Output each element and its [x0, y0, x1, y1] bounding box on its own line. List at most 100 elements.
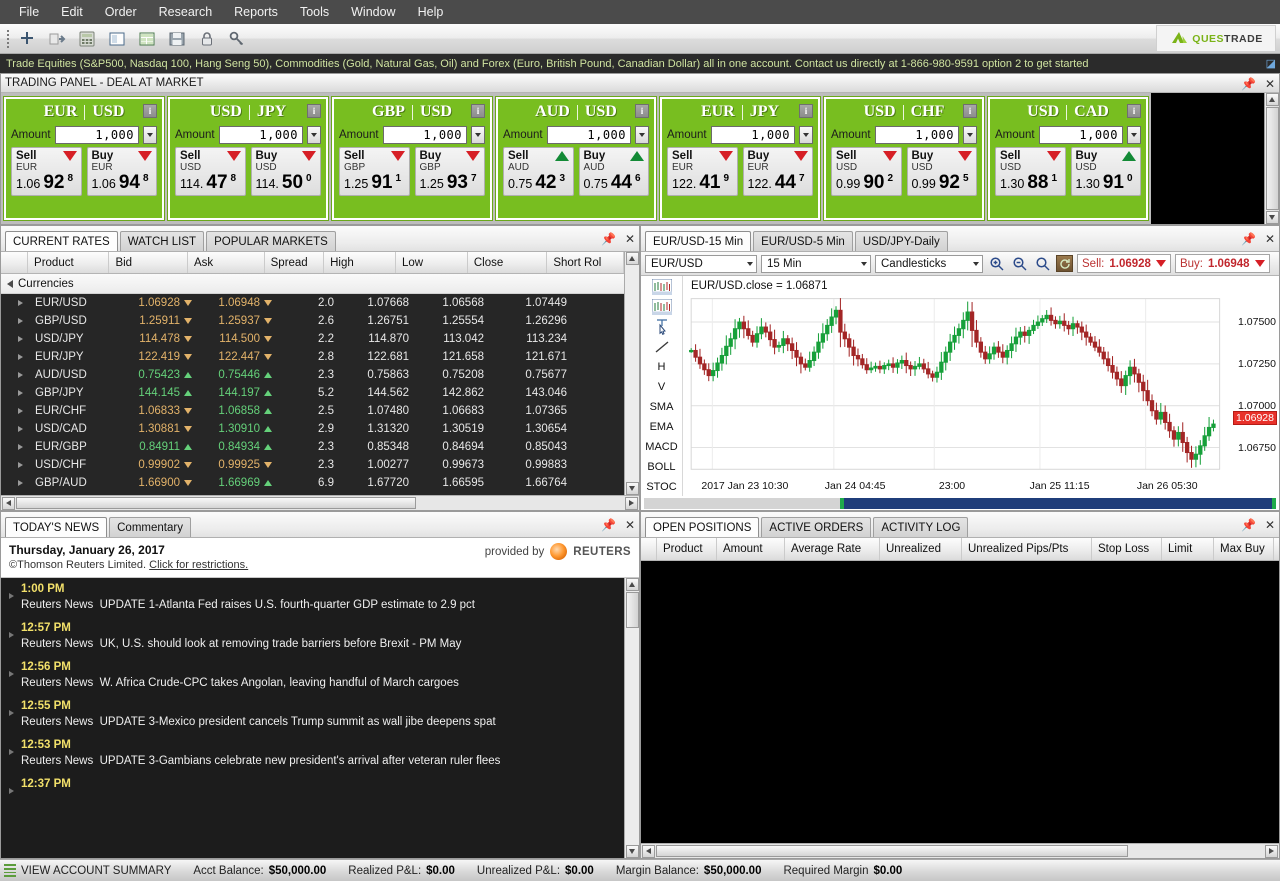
- scroll-right-icon[interactable]: [625, 496, 638, 510]
- tab-activity-log[interactable]: ACTIVITY LOG: [873, 517, 969, 537]
- close-icon[interactable]: ✕: [1265, 519, 1275, 531]
- collapse-icon[interactable]: [7, 279, 13, 288]
- rates-vscrollbar[interactable]: [624, 252, 639, 495]
- positions-column-product[interactable]: Product: [657, 538, 717, 560]
- close-icon[interactable]: ✕: [1265, 78, 1275, 90]
- amount-dropdown-icon[interactable]: [143, 125, 157, 144]
- scroll-up-icon[interactable]: [1265, 93, 1279, 106]
- buy-button[interactable]: Buy GBP 1.25 93 7: [414, 147, 485, 196]
- rates-row[interactable]: AUD/USD 0.75423 0.75446 2.3 0.75863 0.75208 0.…: [1, 366, 624, 384]
- view-account-summary-link[interactable]: VIEW ACCOUNT SUMMARY: [21, 865, 171, 877]
- tab-open-positions[interactable]: OPEN POSITIONS: [645, 517, 760, 537]
- rates-row[interactable]: GBP/USD 1.25911 1.25937 2.6 1.26751 1.25554 1.…: [1, 312, 624, 330]
- rates-hscrollbar[interactable]: [1, 495, 639, 510]
- info-icon[interactable]: i: [1127, 104, 1141, 118]
- chart-candles-icon[interactable]: [642, 298, 682, 317]
- symbol-dropdown[interactable]: EUR/USD: [645, 254, 757, 273]
- amount-input[interactable]: 1,000: [218, 125, 303, 144]
- chart-range-scrollbar[interactable]: [641, 496, 1279, 510]
- chart-sell-price[interactable]: Sell: 1.06928: [1077, 254, 1171, 273]
- chart-tool-ema[interactable]: EMA: [642, 417, 682, 436]
- info-icon[interactable]: i: [143, 104, 157, 118]
- key-icon[interactable]: [222, 26, 252, 52]
- rates-row[interactable]: EUR/USD 1.06928 1.06948 2.0 1.07668 1.06568 1.…: [1, 294, 624, 312]
- rates-row[interactable]: GBP/AUD 1.66900 1.66969 6.9 1.67720 1.66595 1.…: [1, 474, 624, 492]
- expand-icon[interactable]: [1, 354, 29, 360]
- news-expand-icon[interactable]: [1, 659, 21, 691]
- scroll-left-icon[interactable]: [642, 844, 655, 858]
- news-item[interactable]: 12:53 PM Reuters News UPDATE 3-Gambians c…: [1, 734, 624, 773]
- pin-icon[interactable]: 📌: [601, 233, 616, 245]
- trade-tile-usd-cad[interactable]: USD CAD i Amount 1,000 Sell USD 1.30 88 1 Buy USD 1.…: [987, 96, 1149, 221]
- buy-button[interactable]: Buy EUR 1.06 94 8: [86, 147, 157, 196]
- close-icon[interactable]: ✕: [625, 519, 635, 531]
- tab-watch-list[interactable]: WATCH LIST: [119, 231, 205, 251]
- menu-item-research[interactable]: Research: [148, 2, 224, 22]
- news-expand-icon[interactable]: [1, 620, 21, 652]
- expand-icon[interactable]: [1, 372, 29, 378]
- positions-column-max-buy[interactable]: Max Buy: [1214, 538, 1274, 560]
- save-icon[interactable]: [162, 26, 192, 52]
- refresh-icon[interactable]: [1056, 255, 1073, 272]
- menu-item-reports[interactable]: Reports: [223, 2, 289, 22]
- positions-column-stop-loss[interactable]: Stop Loss: [1092, 538, 1162, 560]
- grid-icon[interactable]: [132, 26, 162, 52]
- tab-eur-usd-5-min[interactable]: EUR/USD-5 Min: [753, 231, 853, 251]
- chart-tool-macd[interactable]: MACD: [642, 437, 682, 456]
- news-expand-icon[interactable]: [1, 581, 21, 613]
- trade-tile-usd-chf[interactable]: USD CHF i Amount 1,000 Sell USD 0.99 90 2 Buy USD 0.…: [823, 96, 985, 221]
- news-vscrollbar[interactable]: [624, 578, 639, 858]
- scroll-down-icon[interactable]: [625, 482, 639, 495]
- expand-icon[interactable]: [1, 300, 29, 306]
- sell-button[interactable]: Sell USD 1.30 88 1: [995, 147, 1066, 196]
- add-icon[interactable]: [12, 26, 42, 52]
- close-icon[interactable]: ✕: [625, 233, 635, 245]
- menu-item-file[interactable]: File: [8, 2, 50, 22]
- zoom-in-icon[interactable]: [987, 254, 1006, 273]
- positions-column-amount[interactable]: Amount: [717, 538, 785, 560]
- chart-style-dropdown[interactable]: Candlesticks: [875, 254, 983, 273]
- amount-dropdown-icon[interactable]: [799, 125, 813, 144]
- rates-row[interactable]: EUR/GBP 0.84911 0.84934 2.3 0.85348 0.84694 0.…: [1, 438, 624, 456]
- ticker-link-icon[interactable]: ◪: [1266, 57, 1276, 70]
- positions-column-unrealized-pips-pts[interactable]: Unrealized Pips/Pts: [962, 538, 1092, 560]
- calculator-icon[interactable]: [72, 26, 102, 52]
- scroll-up-icon[interactable]: [625, 578, 639, 591]
- trade-tile-eur-usd[interactable]: EUR USD i Amount 1,000 Sell EUR 1.06 92 8 Buy EUR 1.…: [3, 96, 165, 221]
- news-item[interactable]: 12:55 PM Reuters News UPDATE 3-Mexico pre…: [1, 695, 624, 734]
- pin-icon[interactable]: 📌: [601, 519, 616, 531]
- tab-usd-jpy-daily[interactable]: USD/JPY-Daily: [854, 231, 948, 251]
- amount-dropdown-icon[interactable]: [1127, 125, 1141, 144]
- rates-column-high[interactable]: High: [324, 252, 396, 273]
- close-icon[interactable]: ✕: [1265, 233, 1275, 245]
- trading-panel-scrollbar[interactable]: [1264, 93, 1279, 224]
- amount-input[interactable]: 1,000: [382, 125, 467, 144]
- chart-bars-icon[interactable]: [642, 278, 682, 297]
- scroll-thumb[interactable]: [16, 497, 416, 509]
- rates-column-short-rol[interactable]: Short Rol: [547, 252, 624, 273]
- info-icon[interactable]: i: [471, 104, 485, 118]
- buy-button[interactable]: Buy USD 1.30 91 0: [1070, 147, 1141, 196]
- tab-popular-markets[interactable]: POPULAR MARKETS: [206, 231, 336, 251]
- expand-icon[interactable]: [1, 444, 29, 450]
- rates-column-bid[interactable]: Bid: [109, 252, 188, 273]
- trendline-icon[interactable]: [642, 338, 682, 357]
- trade-tile-gbp-usd[interactable]: GBP USD i Amount 1,000 Sell GBP 1.25 91 1 Buy GBP 1.…: [331, 96, 493, 221]
- menu-item-edit[interactable]: Edit: [50, 2, 94, 22]
- rates-row[interactable]: GBP/JPY 144.145 144.197 5.2 144.562 142.862 14…: [1, 384, 624, 402]
- pin-icon[interactable]: 📌: [1241, 78, 1256, 90]
- news-expand-icon[interactable]: [1, 776, 21, 794]
- amount-dropdown-icon[interactable]: [307, 125, 321, 144]
- tab-active-orders[interactable]: ACTIVE ORDERS: [761, 517, 872, 537]
- amount-dropdown-icon[interactable]: [963, 125, 977, 144]
- scroll-thumb[interactable]: [1265, 107, 1279, 210]
- rates-row[interactable]: USD/JPY 114.478 114.500 2.2 114.870 113.042 11…: [1, 330, 624, 348]
- amount-input[interactable]: 1,000: [710, 125, 795, 144]
- sell-button[interactable]: Sell AUD 0.75 42 3: [503, 147, 574, 196]
- rates-column-product[interactable]: Product: [28, 252, 110, 273]
- buy-button[interactable]: Buy USD 114. 50 0: [250, 147, 321, 196]
- rates-row[interactable]: USD/CAD 1.30881 1.30910 2.9 1.31320 1.30519 1.…: [1, 420, 624, 438]
- positions-column-unrealized[interactable]: Unrealized: [880, 538, 962, 560]
- amount-input[interactable]: 1,000: [1038, 125, 1123, 144]
- zoom-out-icon[interactable]: [1010, 254, 1029, 273]
